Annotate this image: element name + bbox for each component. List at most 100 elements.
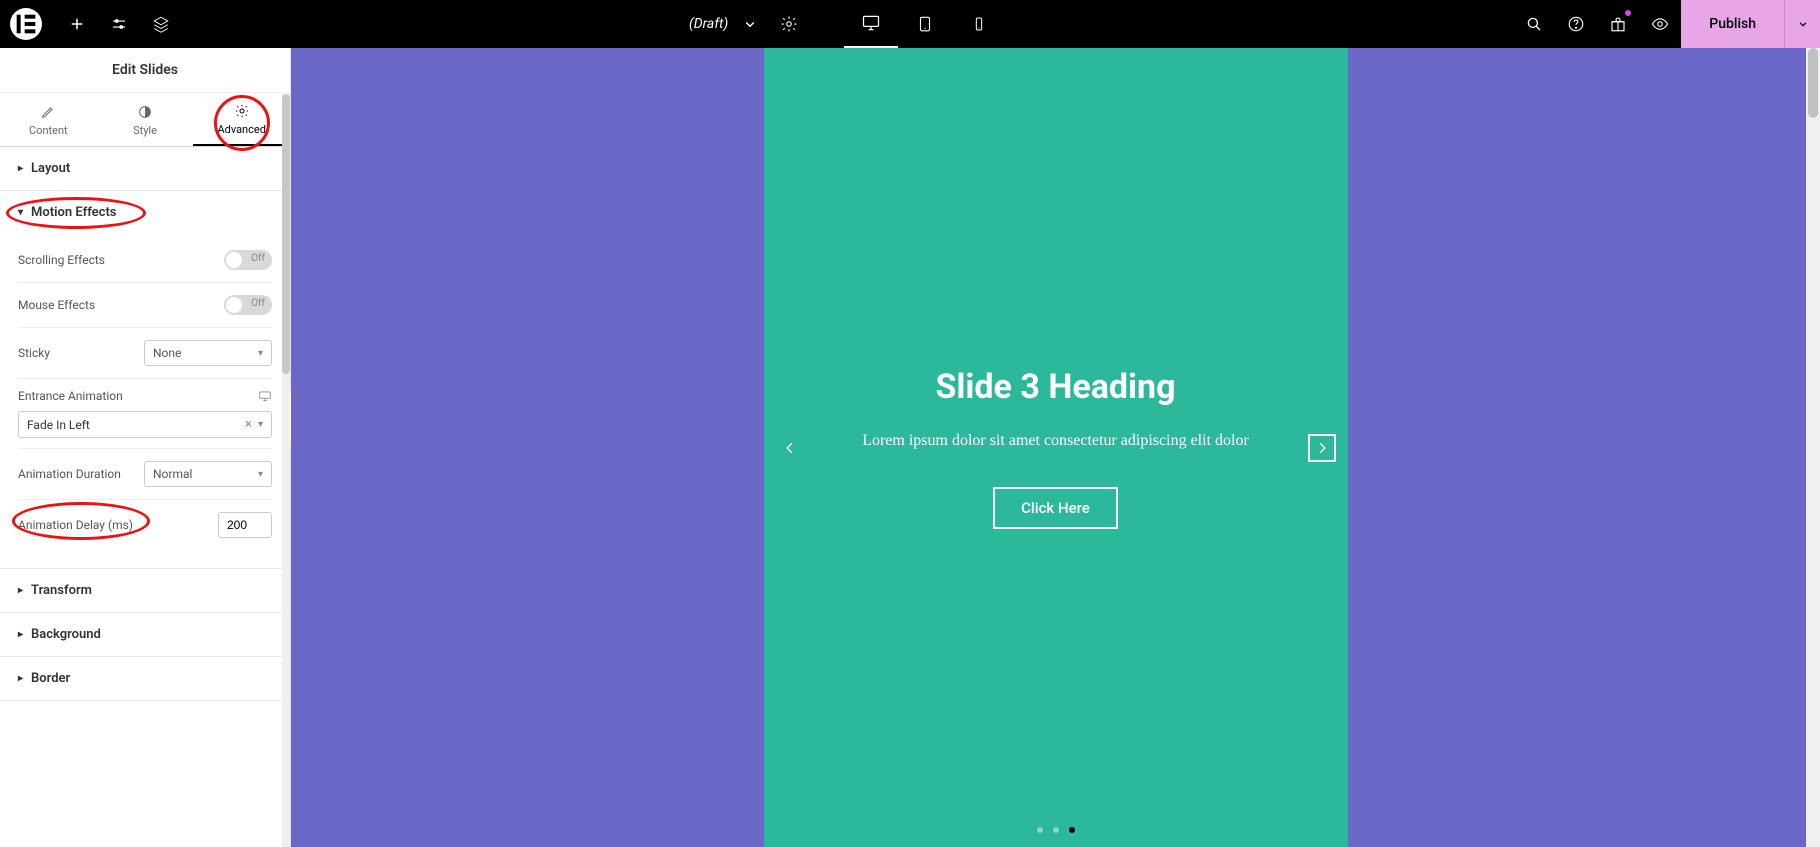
chevron-down-icon: ▾ — [258, 419, 263, 430]
contrast-icon — [137, 104, 153, 120]
chevron-down-icon — [1796, 17, 1810, 31]
layers-icon — [152, 15, 170, 33]
eye-icon — [1651, 15, 1669, 33]
topbar: (Draft) — [0, 0, 1820, 48]
sticky-label: Sticky — [18, 346, 50, 360]
section-background-header[interactable]: ▸ Background — [0, 613, 290, 656]
tablet-icon — [916, 15, 934, 33]
device-switcher — [844, 0, 1006, 48]
control-scrolling-effects: Scrolling Effects Off — [18, 238, 272, 283]
page-settings-button[interactable] — [768, 0, 810, 48]
caret-down-icon: ▾ — [18, 207, 23, 218]
section-transform-header[interactable]: ▸ Transform — [0, 569, 290, 612]
scrolling-effects-toggle[interactable]: Off — [224, 250, 272, 270]
slide-pagination-dots — [1037, 827, 1075, 833]
tab-style-label: Style — [133, 124, 157, 137]
chevron-right-icon — [1315, 437, 1329, 459]
editor-canvas: Slide 3 Heading Lorem ipsum dolor sit am… — [291, 48, 1820, 847]
tab-content[interactable]: Content — [0, 93, 97, 146]
slide-dot-1[interactable] — [1037, 827, 1043, 833]
sticky-select[interactable]: None ▾ — [144, 340, 272, 366]
document-status-label: (Draft) — [689, 16, 728, 32]
document-dropdown[interactable] — [736, 0, 764, 48]
section-layout: ▸ Layout — [0, 147, 290, 191]
caret-right-icon: ▸ — [18, 163, 23, 174]
panel-title: Edit Slides — [0, 48, 290, 93]
caret-right-icon: ▸ — [18, 629, 23, 640]
slide-dot-2[interactable] — [1053, 827, 1059, 833]
scrollbar-thumb[interactable] — [1808, 48, 1818, 118]
canvas-scrollbar[interactable] — [1806, 48, 1820, 847]
slide-next-arrow[interactable] — [1308, 434, 1336, 462]
clear-icon[interactable]: × — [245, 417, 252, 432]
slide-dot-3[interactable] — [1069, 827, 1075, 833]
control-animation-delay: Animation Delay (ms) — [18, 500, 272, 550]
topbar-right: Publish — [1513, 0, 1820, 48]
animation-duration-select[interactable]: Normal ▾ — [144, 461, 272, 487]
chevron-down-icon: ▾ — [258, 469, 263, 480]
mouse-effects-toggle[interactable]: Off — [224, 295, 272, 315]
settings-sliders-button[interactable] — [98, 0, 140, 48]
whats-new-button[interactable] — [1597, 0, 1639, 48]
mouse-effects-label: Mouse Effects — [18, 298, 95, 312]
control-animation-duration: Animation Duration Normal ▾ — [18, 449, 272, 500]
section-transform: ▸ Transform — [0, 569, 290, 613]
gear-icon — [780, 15, 798, 33]
animation-duration-label: Animation Duration — [18, 467, 121, 481]
tab-style[interactable]: Style — [97, 93, 194, 146]
structure-button[interactable] — [140, 0, 182, 48]
notification-dot — [1625, 10, 1631, 16]
section-border-label: Border — [31, 671, 70, 686]
desktop-icon — [861, 13, 881, 33]
caret-right-icon: ▸ — [18, 585, 23, 596]
entrance-animation-value: Fade In Left — [27, 418, 90, 432]
plus-icon — [68, 15, 86, 33]
animation-delay-input[interactable] — [218, 512, 272, 538]
entrance-animation-select[interactable]: Fade In Left × ▾ — [18, 411, 272, 438]
main-layout: Edit Slides Content Style Advanced ▸ Lay… — [0, 48, 1820, 847]
elementor-icon — [10, 8, 42, 40]
topbar-left — [0, 0, 182, 48]
search-icon — [1525, 15, 1543, 33]
device-mobile[interactable] — [952, 0, 1006, 48]
section-motion-effects-header[interactable]: ▾ Motion Effects — [0, 191, 290, 234]
toggle-state-label: Off — [251, 253, 265, 264]
control-sticky: Sticky None ▾ — [18, 328, 272, 379]
toggle-knob — [226, 297, 242, 313]
slide-preview[interactable]: Slide 3 Heading Lorem ipsum dolor sit am… — [764, 48, 1348, 847]
scrollbar-thumb[interactable] — [282, 94, 290, 374]
slide-prev-arrow[interactable] — [776, 434, 804, 462]
section-layout-header[interactable]: ▸ Layout — [0, 147, 290, 190]
desktop-icon[interactable] — [258, 389, 272, 403]
section-border: ▸ Border — [0, 657, 290, 701]
elementor-logo[interactable] — [10, 8, 42, 40]
gift-icon — [1609, 15, 1627, 33]
section-border-header[interactable]: ▸ Border — [0, 657, 290, 700]
publish-button[interactable]: Publish — [1681, 0, 1784, 48]
slide-heading: Slide 3 Heading — [935, 367, 1175, 407]
finder-button[interactable] — [1513, 0, 1555, 48]
sidebar-scrollbar[interactable] — [282, 94, 290, 847]
help-button[interactable] — [1555, 0, 1597, 48]
toggle-state-label: Off — [251, 298, 265, 309]
chevron-down-icon — [741, 15, 759, 33]
chevron-down-icon: ▾ — [258, 348, 263, 359]
device-tablet[interactable] — [898, 0, 952, 48]
scrolling-effects-label: Scrolling Effects — [18, 253, 105, 267]
tab-advanced[interactable]: Advanced — [193, 93, 290, 146]
preview-button[interactable] — [1639, 0, 1681, 48]
editor-sidebar: Edit Slides Content Style Advanced ▸ Lay… — [0, 48, 291, 847]
sticky-value: None — [153, 346, 181, 360]
add-element-button[interactable] — [56, 0, 98, 48]
publish-options-dropdown[interactable] — [1784, 0, 1820, 48]
tab-content-label: Content — [29, 124, 68, 137]
device-desktop[interactable] — [844, 0, 898, 48]
sliders-icon — [110, 15, 128, 33]
slide-cta-button[interactable]: Click Here — [993, 487, 1118, 529]
tab-advanced-label: Advanced — [217, 123, 265, 136]
section-motion-effects-label: Motion Effects — [31, 205, 116, 220]
section-background: ▸ Background — [0, 613, 290, 657]
chevron-left-icon — [783, 437, 797, 459]
section-motion-effects: ▾ Motion Effects Scrolling Effects Off M… — [0, 191, 290, 569]
sidebar-sections: ▸ Layout ▾ Motion Effects Scrolling Effe… — [0, 147, 290, 701]
